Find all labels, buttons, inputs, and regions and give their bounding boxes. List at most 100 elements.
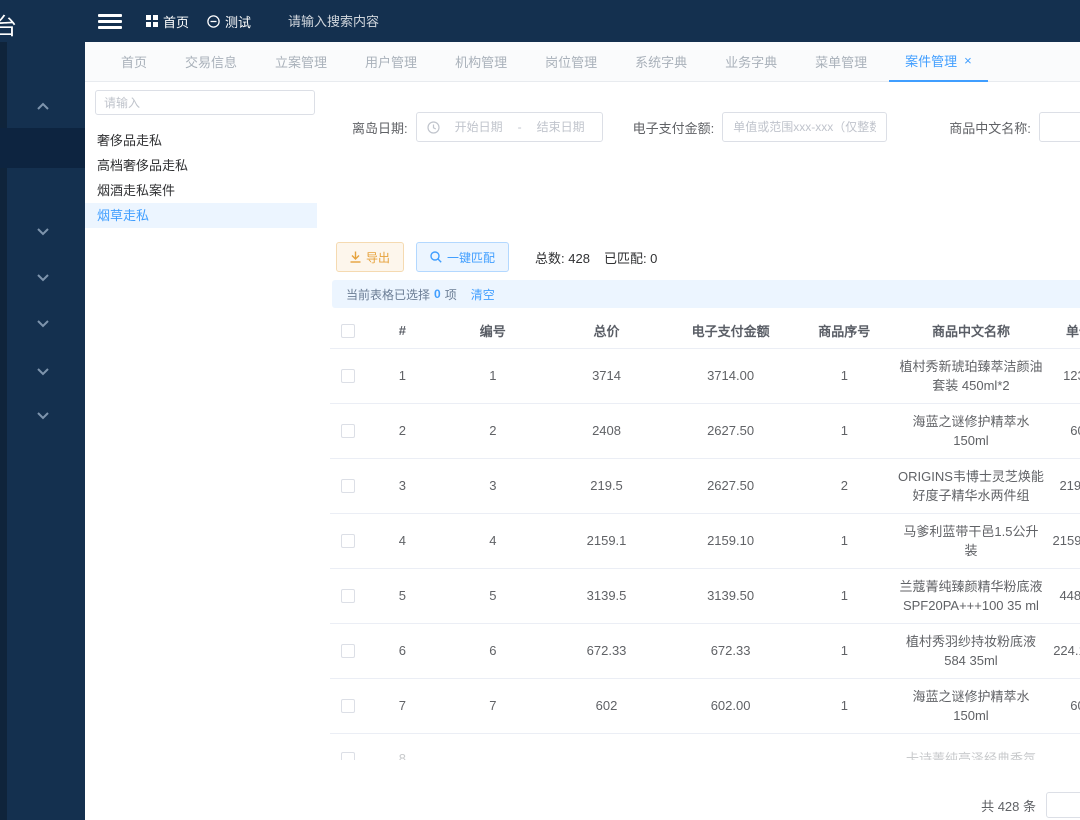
cell-code: 4 xyxy=(439,513,548,568)
cell-total: 3714 xyxy=(547,348,666,403)
tab-system-dict[interactable]: 系统字典 xyxy=(619,42,703,82)
content-area: 首页 交易信息 立案管理 用户管理 机构管理 岗位管理 系统字典 业务字典 菜单… xyxy=(85,42,1080,820)
row-checkbox[interactable] xyxy=(341,424,355,438)
row-checkbox[interactable] xyxy=(341,589,355,603)
tab-case-filing[interactable]: 立案管理 xyxy=(259,42,343,82)
minus-circle-icon xyxy=(207,15,220,28)
cell-name: ORIGINS韦博士灵芝焕能好度子精华水两件组 xyxy=(893,458,1048,513)
date-filter-label: 离岛日期: xyxy=(352,118,408,137)
sidebar-group-1[interactable] xyxy=(0,214,85,250)
tab-close-icon[interactable]: × xyxy=(964,53,972,68)
tab-menu-mgmt[interactable]: 菜单管理 xyxy=(799,42,883,82)
tab-home[interactable]: 首页 xyxy=(105,42,163,82)
tab-user-mgmt[interactable]: 用户管理 xyxy=(349,42,433,82)
cell-idx: 3 xyxy=(366,458,438,513)
chevron-down-icon xyxy=(36,368,50,376)
table-row[interactable]: 5 5 3139.5 3139.50 1 兰蔻菁纯臻颜精华粉底液SPF20PA+… xyxy=(330,568,1080,623)
cell-name: 植村秀羽纱持妆粉底液 584 35ml xyxy=(893,623,1048,678)
table-row[interactable]: 8 卡诗菁纯亮泽经典香氛 xyxy=(330,733,1080,760)
one-click-match-label: 一键匹配 xyxy=(447,249,495,266)
export-button[interactable]: 导出 xyxy=(336,242,404,272)
cell-unit: 448.5 xyxy=(1049,568,1080,623)
sidebar-group-2[interactable] xyxy=(0,260,85,296)
row-checkbox[interactable] xyxy=(341,699,355,713)
table-row[interactable]: 1 1 3714 3714.00 1 植村秀新琥珀臻萃洁颜油套装 450ml*2… xyxy=(330,348,1080,403)
cell-idx: 4 xyxy=(366,513,438,568)
cell-seq: 2 xyxy=(795,458,893,513)
cell-code: 5 xyxy=(439,568,548,623)
case-type-list: 奢侈品走私 高档奢侈品走私 烟酒走私案件 烟草走私 xyxy=(85,128,317,228)
row-checkbox[interactable] xyxy=(341,752,355,761)
tree-item-tobacco-alcohol[interactable]: 烟酒走私案件 xyxy=(85,178,317,203)
table-row[interactable]: 2 2 2408 2627.50 1 海蓝之谜修护精萃水 150ml 602 xyxy=(330,403,1080,458)
sidebar xyxy=(0,42,85,820)
global-search-input[interactable] xyxy=(288,8,468,34)
table-row[interactable]: 3 3 219.5 2627.50 2 ORIGINS韦博士灵芝焕能好度子精华水… xyxy=(330,458,1080,513)
download-icon xyxy=(350,251,361,263)
topnav-test[interactable]: 测试 xyxy=(207,12,251,31)
chevron-down-icon xyxy=(36,320,50,328)
chevron-down-icon xyxy=(36,228,50,236)
date-end-input[interactable] xyxy=(530,120,592,134)
tree-item-luxury[interactable]: 奢侈品走私 xyxy=(85,128,317,153)
date-start-input[interactable] xyxy=(448,120,510,134)
cell-idx: 8 xyxy=(366,733,438,760)
col-header-code: 编号 xyxy=(439,314,548,348)
date-separator: - xyxy=(518,120,522,134)
export-button-label: 导出 xyxy=(366,249,390,266)
sidebar-collapse-toggle[interactable] xyxy=(0,88,85,124)
tab-business-dict[interactable]: 业务字典 xyxy=(709,42,793,82)
tree-item-highend-luxury[interactable]: 高档奢侈品走私 xyxy=(85,153,317,178)
cell-unit: 602 xyxy=(1049,403,1080,458)
cell-total xyxy=(547,733,666,760)
sidebar-group-5[interactable] xyxy=(0,398,85,434)
selection-count: 0 xyxy=(434,287,441,301)
cell-unit xyxy=(1049,733,1080,760)
cell-idx: 7 xyxy=(366,678,438,733)
sidebar-group-4[interactable] xyxy=(0,354,85,390)
product-name-input[interactable] xyxy=(1039,112,1080,142)
cell-total: 672.33 xyxy=(547,623,666,678)
col-header-name: 商品中文名称 xyxy=(893,314,1048,348)
cell-unit: 219.5 xyxy=(1049,458,1080,513)
tab-org-mgmt[interactable]: 机构管理 xyxy=(439,42,523,82)
tree-item-tobacco[interactable]: 烟草走私 xyxy=(85,203,317,228)
cell-idx: 5 xyxy=(366,568,438,623)
cell-code xyxy=(439,733,548,760)
table-row[interactable]: 4 4 2159.1 2159.10 1 马爹利蓝带干邑1.5公升装 2159.… xyxy=(330,513,1080,568)
col-header-total: 总价 xyxy=(547,314,666,348)
sidebar-item-selected[interactable] xyxy=(0,128,85,168)
table-row[interactable]: 6 6 672.33 672.33 1 植村秀羽纱持妆粉底液 584 35ml … xyxy=(330,623,1080,678)
one-click-match-button[interactable]: 一键匹配 xyxy=(416,242,509,272)
tab-trade-info[interactable]: 交易信息 xyxy=(169,42,253,82)
hamburger-menu-icon[interactable] xyxy=(98,11,122,31)
sidebar-group-3[interactable] xyxy=(0,306,85,342)
cell-idx: 6 xyxy=(366,623,438,678)
cell-code: 1 xyxy=(439,348,548,403)
topbar: 台 首页 测试 xyxy=(0,0,1080,42)
cell-epay: 3139.50 xyxy=(666,568,795,623)
cell-name: 植村秀新琥珀臻萃洁颜油套装 450ml*2 xyxy=(893,348,1048,403)
tree-search-input[interactable] xyxy=(95,90,315,115)
select-all-checkbox[interactable] xyxy=(341,324,355,338)
matched-count-text: 已匹配: 0 xyxy=(604,248,657,267)
tab-post-mgmt[interactable]: 岗位管理 xyxy=(529,42,613,82)
row-checkbox[interactable] xyxy=(341,369,355,383)
page-size-select[interactable] xyxy=(1046,792,1080,818)
cell-total: 219.5 xyxy=(547,458,666,513)
date-range-picker[interactable]: - xyxy=(416,112,603,142)
table-header-row: # 编号 总价 电子支付金额 商品序号 商品中文名称 单价 xyxy=(330,314,1080,348)
row-checkbox[interactable] xyxy=(341,644,355,658)
table-row[interactable]: 7 7 602 602.00 1 海蓝之谜修护精萃水 150ml 602 xyxy=(330,678,1080,733)
results-table: # 编号 总价 电子支付金额 商品序号 商品中文名称 单价 1 1 3714 xyxy=(330,314,1080,760)
epay-amount-input[interactable] xyxy=(722,112,887,142)
topnav-home[interactable]: 首页 xyxy=(146,12,189,31)
tab-case-mgmt[interactable]: 案件管理 × xyxy=(889,42,988,82)
clear-selection-link[interactable]: 清空 xyxy=(471,286,495,303)
cell-idx: 1 xyxy=(366,348,438,403)
cell-unit: 2159.1 xyxy=(1049,513,1080,568)
row-checkbox[interactable] xyxy=(341,534,355,548)
cell-unit: 1238 xyxy=(1049,348,1080,403)
row-checkbox[interactable] xyxy=(341,479,355,493)
cell-seq: 1 xyxy=(795,403,893,458)
